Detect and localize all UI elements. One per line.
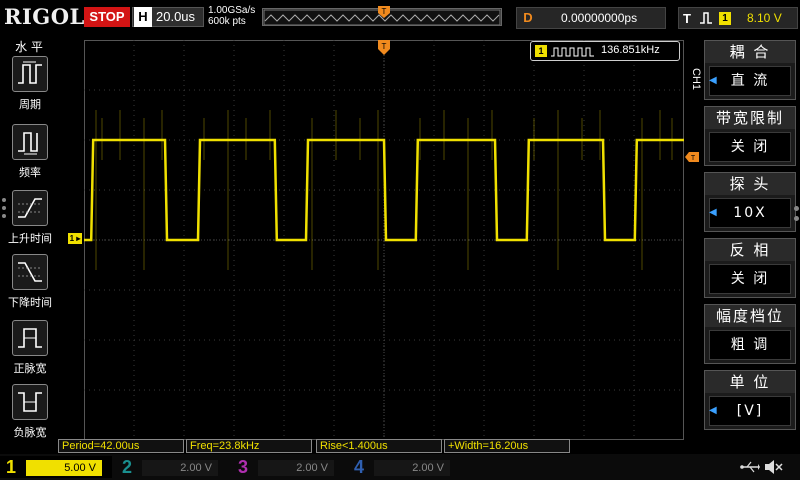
probe-softkey[interactable]: 探 头 10X ◀ [704,172,796,232]
channel-1-status[interactable]: 1 5.00 V [0,456,112,478]
ch1-ground-reference-marker[interactable]: 1 ▸ [68,233,82,244]
measurement-positive-width[interactable]: +Width=16.20us [444,439,570,453]
delay-label: D [523,10,533,25]
trigger-label: T [683,11,691,26]
measure-rise-time-label: 上升时间 [8,232,52,245]
channel-1-number: 1 [5,457,16,477]
measurement-frequency[interactable]: Freq=23.8kHz [186,439,312,453]
period-icon [12,56,48,92]
channel-3-number: 3 [237,457,248,477]
measure-positive-width-label: 正脉宽 [13,362,47,375]
channel-2-status[interactable]: 2 2.00 V [116,456,228,478]
coupling-softkey[interactable]: 耦 合 直 流 ◀ [704,40,796,100]
bandwidth-limit-title: 带宽限制 [705,107,795,129]
measure-menu-title: 水 平 [15,40,43,54]
channel-1-scale: 5.00 V [26,460,102,476]
measurement-rise-time[interactable]: Rise<1.400us [316,439,442,453]
trigger-box[interactable]: T 1 8.10 V [678,7,798,29]
coupling-value: 直 流 [709,66,791,96]
svg-text:T: T [382,42,387,51]
brand-logo: RIGOL [4,4,85,29]
probe-title: 探 头 [705,173,795,195]
invert-softkey[interactable]: 反 相 关 闭 [704,238,796,298]
trigger-level: 8.10 V [747,11,782,25]
pulse-train-icon [551,47,594,57]
memory-depth: 600k pts [208,16,246,27]
svg-text:T: T [691,155,696,162]
probe-value: 10X [709,198,791,228]
channel-2-scale: 2.00 V [142,460,218,476]
frequency-counter: 1 136.851kHz [530,41,680,61]
speaker-muted-icon[interactable] [764,459,784,475]
invert-title: 反 相 [705,239,795,261]
channel-4-status[interactable]: 4 2.00 V [348,456,460,478]
measure-frequency-item[interactable]: 频率 [4,124,56,186]
measurement-results: Period=42.00us Freq=23.8kHz Rise<1.400us… [58,439,578,453]
frequency-counter-channel: 1 [535,45,547,57]
measure-negative-width-item[interactable]: 负脉宽 [4,384,56,446]
trigger-source: 1 [719,12,731,25]
coupling-title: 耦 合 [705,41,795,63]
fall-time-icon [12,254,48,290]
menu-page-dots-right [794,206,799,226]
measure-fall-time-item[interactable]: 下降时间 [4,254,56,316]
top-status-bar: RIGOL STOP H 20.0us 1.00GSa/s 600k pts T… [0,0,800,34]
volts-div-value: 粗 调 [709,330,791,360]
measure-positive-width-item[interactable]: 正脉宽 [4,320,56,382]
probe-arrow-icon: ◀ [709,207,717,218]
frequency-counter-value: 136.851kHz [601,44,660,56]
measure-rise-time-item[interactable]: 上升时间 [4,190,56,252]
sample-rate: 1.00GSa/s [208,5,256,16]
volts-div-title: 幅度档位 [705,305,795,327]
usb-icon [740,461,760,473]
rise-time-icon [12,190,48,226]
channel-4-number: 4 [353,457,364,477]
bandwidth-limit-softkey[interactable]: 带宽限制 关 闭 [704,106,796,166]
unit-softkey[interactable]: 单 位 [V] ◀ [704,370,796,430]
channel-status-bar: 1 5.00 V 2 2.00 V 3 2.00 V 4 2.00 V [0,454,800,480]
trigger-level-marker[interactable]: T [685,152,699,162]
trigger-position-marker[interactable]: T [378,40,390,56]
svg-text:T: T [382,7,387,16]
waveform-display[interactable] [84,40,684,440]
bandwidth-limit-value: 关 闭 [709,132,791,162]
negative-width-icon [12,384,48,420]
channel-3-scale: 2.00 V [258,460,334,476]
unit-arrow-icon: ◀ [709,405,717,416]
delay-box[interactable]: D 0.00000000ps [516,7,666,29]
measure-fall-time-label: 下降时间 [8,296,52,309]
timebase-value: 20.0us [156,9,196,24]
channel-3-status[interactable]: 3 2.00 V [232,456,344,478]
acquisition-info: 1.00GSa/s 600k pts [208,5,255,27]
measure-frequency-label: 频率 [19,166,41,179]
channel-2-number: 2 [121,457,132,477]
measure-negative-width-label: 负脉宽 [13,426,47,439]
rising-edge-icon [700,12,712,24]
unit-value: [V] [709,396,791,426]
measure-menu: 水 平 周期 频率 上升时间 下降时间 正脉宽 负脉宽 [0,36,58,440]
positive-width-icon [12,320,48,356]
measure-period-label: 周期 [19,98,41,111]
invert-value: 关 闭 [709,264,791,294]
horizontal-label: H [134,7,152,27]
channel-menu: 耦 合 直 流 ◀ 带宽限制 关 闭 探 头 10X ◀ 反 相 关 闭 幅度档… [704,40,796,432]
run-stop-indicator[interactable]: STOP [84,7,130,27]
volts-div-softkey[interactable]: 幅度档位 粗 调 [704,304,796,364]
active-channel-side-label: CH1 [690,68,702,91]
measure-period-item[interactable]: 周期 [4,56,56,118]
frequency-icon [12,124,48,160]
unit-title: 单 位 [705,371,795,393]
delay-value: 0.00000000ps [561,11,638,25]
measurement-period[interactable]: Period=42.00us [58,439,184,453]
coupling-arrow-icon: ◀ [709,75,717,86]
graticule [84,40,684,440]
memory-trigger-position-icon: T [378,6,390,18]
channel-4-scale: 2.00 V [374,460,450,476]
